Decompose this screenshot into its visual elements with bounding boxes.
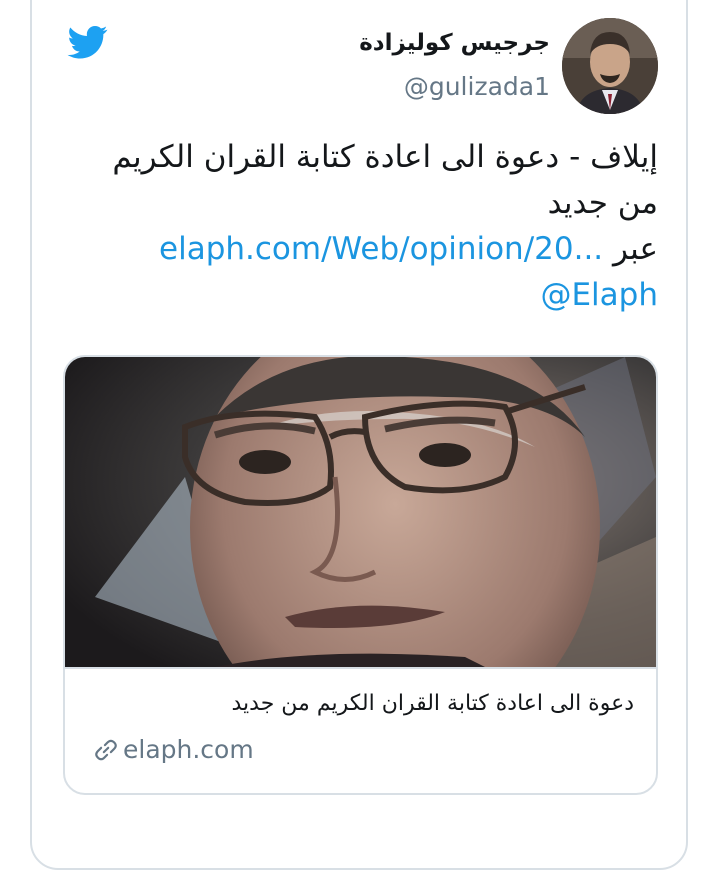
preview-domain-text: elaph.com — [123, 735, 254, 764]
preview-divider — [65, 667, 656, 669]
tweet-text: إيلاف - دعوة الى اعادة كتابة القران الكر… — [68, 134, 658, 318]
preview-title[interactable]: دعوة الى اعادة كتابة القران الكريم من جد… — [232, 691, 635, 716]
preview-image — [65, 357, 656, 667]
link-icon — [95, 739, 117, 760]
twitter-bird-icon[interactable] — [64, 22, 112, 62]
preview-domain[interactable]: elaph.com — [93, 735, 254, 764]
tweet-via-label: عبر — [613, 231, 658, 267]
link-preview-card[interactable]: دعوة الى اعادة كتابة القران الكريم من جد… — [63, 355, 658, 795]
author-display-name[interactable]: جرجيس كوليزادة — [359, 30, 550, 56]
avatar[interactable] — [562, 18, 658, 114]
avatar-image — [562, 18, 658, 114]
author-handle[interactable]: @gulizada1 — [404, 72, 550, 101]
tweet-body-text: إيلاف - دعوة الى اعادة كتابة القران الكر… — [112, 139, 658, 221]
tweet-mention[interactable]: @Elaph — [540, 277, 658, 313]
tweet-link[interactable]: elaph.com/Web/opinion/20... — [159, 231, 603, 267]
